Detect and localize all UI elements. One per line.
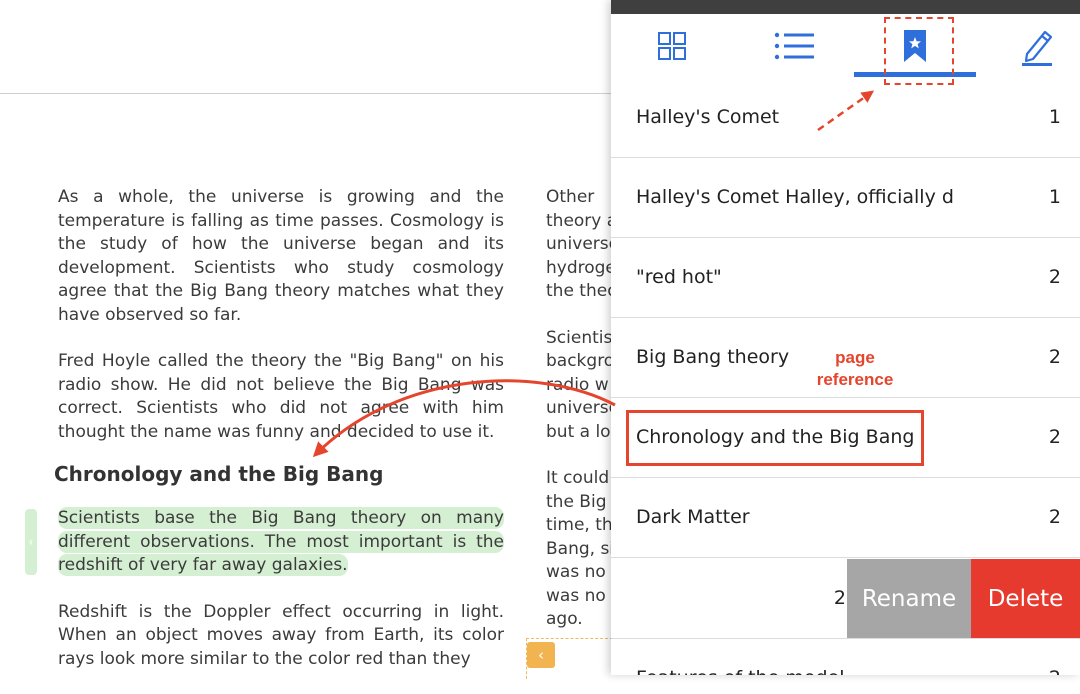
bookmark-title: Features of the model bbox=[636, 639, 844, 675]
text-column-left-lower: Scientists base the Big Bang theory on m… bbox=[58, 507, 504, 694]
delete-button[interactable]: Delete bbox=[971, 559, 1080, 638]
selected-bookmark-callout bbox=[626, 410, 924, 466]
bookmark-page-number: 2 bbox=[833, 587, 846, 609]
annotation-label-line: page bbox=[835, 348, 875, 367]
list-icon bbox=[774, 32, 814, 60]
tab-notes[interactable] bbox=[1017, 26, 1057, 66]
bookmark-title: "red hot" bbox=[636, 266, 722, 288]
highlighted-paragraph[interactable]: Scientists base the Big Bang theory on m… bbox=[58, 507, 504, 578]
text-line: but a lo bbox=[546, 421, 611, 442]
bookmark-page-number: 1 bbox=[1048, 106, 1061, 128]
bookmark-row[interactable]: Features of the model 2 bbox=[611, 638, 1080, 675]
page-top-rule bbox=[0, 93, 612, 94]
panel-status-bar bbox=[611, 0, 1080, 14]
paragraph-col2-2: Scientis backgro radio w universe but a … bbox=[546, 327, 612, 445]
bookmark-page-number: 1 bbox=[1048, 186, 1061, 208]
tab-contents[interactable] bbox=[771, 26, 817, 66]
highlight-text[interactable]: Scientists base the Big Bang theory on m… bbox=[58, 507, 504, 576]
bookmark-page-number: 2 bbox=[1048, 506, 1061, 528]
text-line: universe bbox=[546, 398, 612, 418]
bookmark-row[interactable]: Dark Matter 2 bbox=[611, 478, 1080, 558]
bookmark-row[interactable]: Halley's Comet 1 bbox=[611, 78, 1080, 158]
bookmarks-panel: Halley's Comet 1 Halley's Comet Halley, … bbox=[611, 0, 1080, 675]
rename-button[interactable]: Rename bbox=[847, 559, 971, 638]
text-line: Bang, si bbox=[546, 538, 612, 559]
tab-thumbnails[interactable] bbox=[652, 26, 692, 66]
pencil-icon bbox=[1022, 30, 1053, 66]
text-line: ago. bbox=[546, 609, 583, 629]
annotation-label-line: reference bbox=[816, 370, 894, 389]
text-line: hydroge bbox=[546, 257, 612, 278]
text-line: the theo bbox=[546, 281, 612, 301]
text-line: time, th bbox=[546, 515, 612, 535]
text-line: was no bbox=[546, 585, 606, 606]
text-line: the Big bbox=[546, 491, 607, 512]
paragraph-redshift: Redshift is the Doppler effect occurring… bbox=[58, 601, 504, 669]
text-line: backgro bbox=[546, 351, 612, 371]
section-heading: Chronology and the Big Bang bbox=[54, 462, 384, 486]
text-line: It could bbox=[546, 468, 610, 488]
text-line: universe bbox=[546, 234, 612, 254]
bookmark-row-swiped[interactable]: 2 Rename Delete bbox=[611, 559, 1080, 638]
bookmark-page-number: 2 bbox=[1048, 346, 1061, 368]
grid-icon bbox=[658, 32, 686, 60]
text-line: theory a bbox=[546, 210, 612, 231]
text-column-right: Other theory a universe hydroge the theo… bbox=[546, 186, 612, 655]
bookmark-row[interactable]: Halley's Comet Halley, officially d… 1 bbox=[611, 158, 1080, 238]
jump-back-button[interactable]: ‹ bbox=[527, 642, 555, 668]
paragraph-fred-hoyle: Fred Hoyle called the theory the "Big Ba… bbox=[58, 351, 504, 442]
bookmark-page-number: 2 bbox=[1048, 426, 1061, 448]
chevron-left-icon: ‹ bbox=[538, 646, 544, 664]
paragraph-col2-3: It could the Big time, th Bang, si was n… bbox=[546, 467, 612, 632]
bookmark-title: Big Bang theory bbox=[636, 346, 790, 368]
bookmark-title: Dark Matter bbox=[636, 506, 750, 528]
bookmark-title: Halley's Comet bbox=[636, 106, 780, 128]
bookmark-title: Halley's Comet Halley, officially d… bbox=[636, 186, 956, 208]
highlight-handle[interactable]: ‹ bbox=[25, 509, 37, 575]
bookmark-row[interactable]: "red hot" 2 bbox=[611, 238, 1080, 318]
text-line: Other bbox=[546, 187, 595, 207]
text-line: radio w bbox=[546, 374, 609, 395]
paragraph-col2-1: Other theory a universe hydroge the theo bbox=[546, 186, 612, 304]
bookmark-page-number: 2 bbox=[1048, 266, 1061, 288]
text-line: Scientis bbox=[546, 327, 612, 348]
bookmark-tab-callout bbox=[884, 17, 954, 85]
text-column-left: As a whole, the universe is growing and … bbox=[58, 186, 504, 467]
paragraph-universe: As a whole, the universe is growing and … bbox=[58, 187, 504, 325]
annotation-label: page reference bbox=[806, 347, 904, 391]
chevron-left-icon: ‹ bbox=[28, 535, 34, 549]
text-line: was no bbox=[546, 562, 606, 582]
bookmark-page-number: 2 bbox=[1049, 639, 1061, 675]
